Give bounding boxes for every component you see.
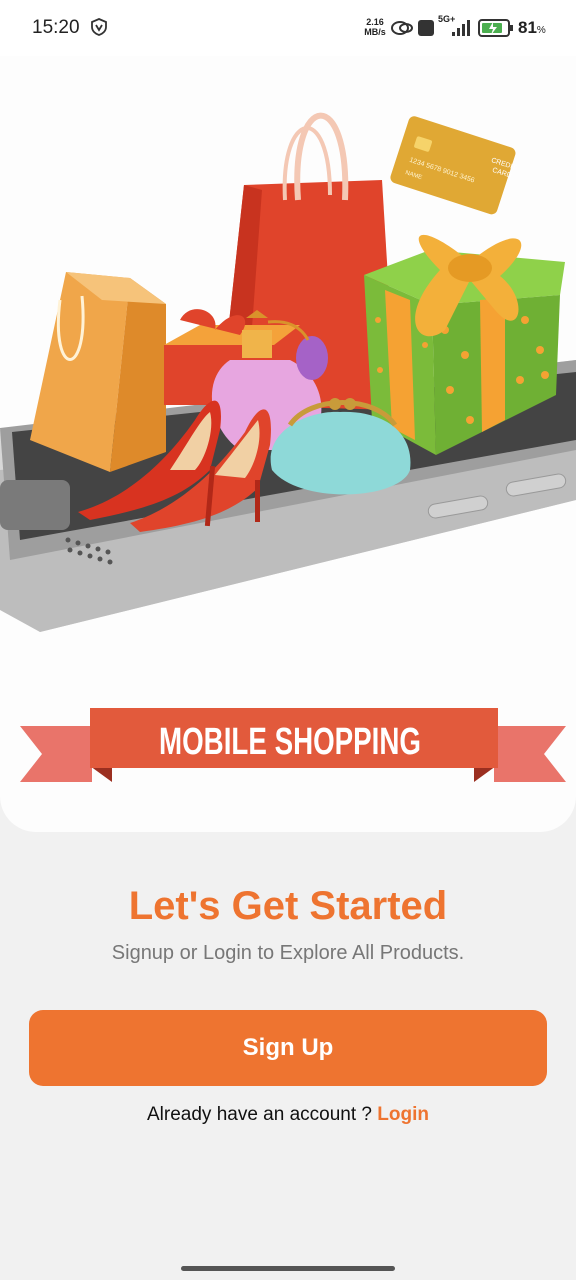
battery-percent: 81% (518, 18, 546, 38)
battery-level: 81 (518, 18, 537, 37)
shopping-illustration: CREDIT CARD 1234 5678 9012 3456 NAME MOB… (0, 112, 576, 782)
battery-unit: % (536, 25, 546, 36)
status-bar: 15:20 2.16 MB/s 5G+ 81% (0, 0, 576, 56)
credit-card-graphic: CREDIT CARD 1234 5678 9012 3456 NAME (390, 116, 518, 215)
sign-up-button[interactable]: Sign Up (29, 1010, 547, 1086)
gesture-nav-handle[interactable] (181, 1266, 395, 1271)
battery-icon (478, 19, 513, 37)
login-prompt-row: Already have an account ? Login (0, 1104, 576, 1126)
banner-title: MOBILE SHOPPING (159, 721, 421, 763)
vpn-shield-icon (91, 18, 107, 36)
page-subtitle: Signup or Login to Explore All Products. (111, 942, 465, 964)
account-prompt-text: Already have an account ? (147, 1104, 372, 1125)
orange-paper-bag-graphic (30, 272, 166, 472)
volte-icon (418, 20, 434, 36)
network-speed-value: 2.16 (366, 17, 384, 27)
status-time: 15:20 (32, 17, 80, 38)
link-icon (391, 21, 413, 35)
hero-card: CREDIT CARD 1234 5678 9012 3456 NAME MOB… (0, 56, 576, 832)
network-type: 5G+ (438, 14, 456, 24)
network-speed: 2.16 MB/s (362, 17, 388, 37)
network-speed-unit: MB/s (364, 27, 386, 37)
network-type-label (0, 0, 1, 1)
mobile-shopping-banner: MOBILE SHOPPING (20, 708, 566, 782)
page-title: Let's Get Started (128, 884, 448, 928)
login-link[interactable]: Login (377, 1104, 429, 1125)
